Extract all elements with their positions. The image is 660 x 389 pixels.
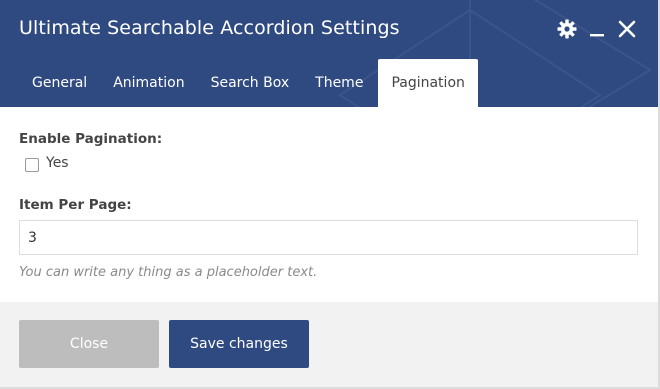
item-per-page-input[interactable]: [19, 220, 638, 255]
dialog-header: Ultimate Searchable Accordion Settings G…: [0, 0, 658, 107]
close-icon[interactable]: [616, 18, 638, 40]
item-per-page-hint: You can write any thing as a placeholder…: [19, 265, 318, 280]
dialog-title: Ultimate Searchable Accordion Settings: [19, 17, 400, 39]
close-button[interactable]: Close: [19, 320, 159, 368]
tab-general[interactable]: General: [19, 59, 100, 107]
tab-bar: General Animation Search Box Theme Pagin…: [19, 59, 478, 107]
tab-pagination[interactable]: Pagination: [378, 59, 478, 107]
enable-pagination-label: Enable Pagination:: [19, 131, 163, 147]
tab-theme[interactable]: Theme: [302, 59, 376, 107]
tab-animation[interactable]: Animation: [100, 59, 197, 107]
enable-pagination-option-label[interactable]: Yes: [46, 155, 69, 171]
item-per-page-label: Item Per Page:: [19, 197, 132, 213]
enable-pagination-checkbox[interactable]: [25, 158, 39, 172]
tab-search-box[interactable]: Search Box: [198, 59, 303, 107]
settings-dialog: Ultimate Searchable Accordion Settings G…: [0, 0, 660, 389]
minimize-icon[interactable]: [587, 18, 609, 40]
save-changes-button[interactable]: Save changes: [169, 320, 309, 368]
gear-icon[interactable]: [556, 18, 578, 40]
